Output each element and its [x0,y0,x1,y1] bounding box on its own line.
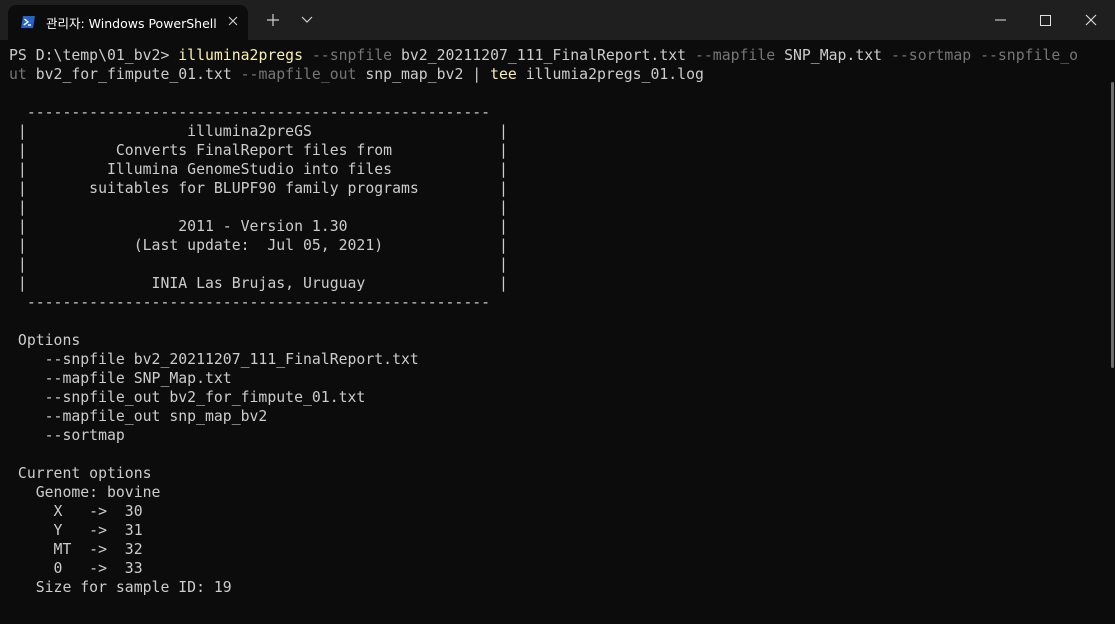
output-line: --snpfile bv2_20211207_111_FinalReport.t… [44,351,419,368]
output-line: | | [17,199,508,216]
output-line: | illumina2preGS | [17,123,508,140]
maximize-button[interactable] [1022,0,1068,40]
terminal-output[interactable]: PS D:\temp\01_bv2> illumina2pregs --snpf… [0,40,1108,624]
terminal-text: PS D:\temp\01_bv2> illumina2pregs --snpf… [9,46,1078,597]
output-line: | suitables for BLUPF90 family programs … [17,180,508,197]
output-line: | 2011 - Version 1.30 | [17,218,508,235]
scrollbar-thumb[interactable] [1111,82,1114,368]
new-tab-button[interactable] [260,8,286,32]
close-tab-icon[interactable] [224,12,242,30]
pipe-operator: | [463,66,491,83]
prompt: PS D:\temp\01_bv2> [9,47,179,64]
command-arg: SNP_Map.txt [775,47,883,64]
output-line: | INIA Las Brujas, Uruguay | [17,275,508,292]
chevron-down-icon [301,16,313,23]
output-line: ----------------------------------------… [26,104,491,121]
options-output: Options --snpfile bv2_20211207_111_Final… [9,332,419,444]
current-options-output: Current options Genome: bovine X -> 30 Y… [9,465,232,596]
output-line: Size for sample ID: 19 [35,579,232,596]
output-line: --mapfile SNP_Map.txt [44,370,232,387]
tab-title: 관리자: Windows PowerShell [46,16,217,31]
scrollbar[interactable] [1108,40,1115,624]
output-line: Genome: bovine [35,484,161,501]
minimize-icon [994,19,1006,21]
output-line: 0 -> 33 [53,560,143,577]
output-line: --snpfile_out bv2_for_fimpute_01.txt [44,389,366,406]
banner-output: ----------------------------------------… [9,104,508,311]
title-bar: 관리자: Windows PowerShell [0,0,1115,40]
output-line: | | [17,256,508,273]
command-name: tee [490,66,517,83]
command-param: --mapfile [686,47,776,64]
tab-powershell[interactable]: 관리자: Windows PowerShell [8,5,248,40]
output-line: Y -> 31 [53,522,143,539]
command-arg: bv2_20211207_111_FinalReport.txt [392,47,687,64]
output-line: Current options [17,465,152,482]
command-param: ut [9,66,27,83]
command-arg: snp_map_bv2 [356,66,464,83]
output-line: | Illumina GenomeStudio into files | [17,161,508,178]
command-arg: illumia2pregs_01.log [516,66,704,83]
output-line: --sortmap [44,427,125,444]
output-line: | (Last update: Jul 05, 2021) | [17,237,508,254]
maximize-icon [1039,14,1051,26]
command-param: --snpfile_o [971,47,1079,64]
command-param: --snpfile [302,47,393,64]
minimize-button[interactable] [977,0,1023,40]
output-line: --mapfile_out snp_map_bv2 [44,408,268,425]
tab-dropdown-button[interactable] [296,8,318,32]
close-icon [1085,14,1097,26]
output-line: | Converts FinalReport files from | [17,142,508,159]
command-param: --mapfile_out [231,66,357,83]
powershell-icon [21,16,35,28]
close-window-button[interactable] [1068,0,1114,40]
plus-icon [267,14,279,26]
output-line: ----------------------------------------… [26,294,491,311]
command-param: --sortmap [882,47,972,64]
output-line: MT -> 32 [53,541,143,558]
output-line: Options [17,332,81,349]
output-line: X -> 30 [53,503,143,520]
command-name: illumina2pregs [178,47,303,64]
command-arg: bv2_for_fimpute_01.txt [26,66,232,83]
